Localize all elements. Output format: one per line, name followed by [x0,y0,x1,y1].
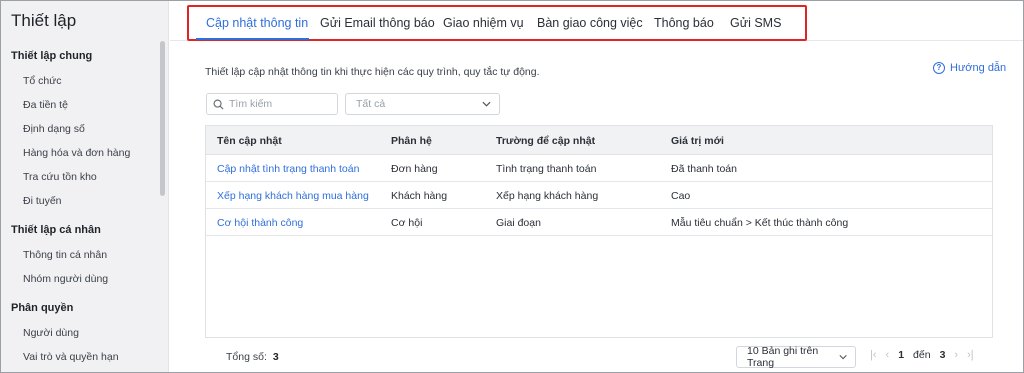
row-module: Cơ hội [391,217,423,229]
sidebar-item-users[interactable]: Người dùng [23,327,79,339]
sidebar-item-products-orders[interactable]: Hàng hóa và đơn hàng [23,147,130,159]
first-page-icon[interactable]: |‹ [870,349,877,361]
sidebar-group-general: Thiết lập chung [11,50,93,62]
sidebar-title: Thiết lập [11,11,77,30]
row-field: Tình trạng thanh toán [496,163,597,175]
row-module: Khách hàng [391,190,448,202]
row-new-value: Mẫu tiêu chuẩn > Kết thúc thành công [671,217,849,229]
sidebar-item-organization[interactable]: Tổ chức [23,75,62,87]
row-new-value: Đã thanh toán [671,163,737,175]
column-header-module: Phân hệ [391,135,432,147]
chevron-down-icon [482,101,491,107]
sidebar-item-user-groups[interactable]: Nhóm người dùng [23,273,108,285]
row-field: Giai đoạn [496,217,541,229]
sidebar-group-personal: Thiết lập cá nhân [11,224,101,236]
page-to-label: đến [913,349,931,361]
column-header-new-value: Giá trị mới [671,135,724,147]
search-input[interactable] [229,98,329,110]
column-header-name: Tên cập nhật [217,135,282,147]
page-from: 1 [898,349,905,361]
sidebar: Thiết lập Thiết lập chung Tổ chức Đa tiề… [1,1,169,372]
total-label: Tổng số: [226,351,267,363]
row-field: Xếp hạng khách hàng [496,190,599,202]
sidebar-group-permissions: Phân quyền [11,302,74,314]
sidebar-item-personal-info[interactable]: Thông tin cá nhân [23,249,107,261]
table-row[interactable]: Xếp hạng khách hàng mua hàng Khách hàng … [206,182,992,209]
sidebar-item-roles[interactable]: Vai trò và quyền hạn [23,351,119,363]
active-tab-indicator [196,38,309,40]
tab-send-sms[interactable]: Gửi SMS [730,16,781,30]
row-name-link[interactable]: Cập nhật tình trạng thanh toán [217,163,359,175]
tab-send-email[interactable]: Gửi Email thông báo [320,16,435,30]
row-name-link[interactable]: Cơ hội thành công [217,217,303,229]
sidebar-item-number-format[interactable]: Định dạng số [23,123,85,135]
page-size-select[interactable]: 10 Bản ghi trên Trang [736,345,856,369]
page-size-value: 10 Bản ghi trên Trang [747,345,819,369]
chevron-down-icon [839,354,847,360]
tab-highlight-box: Cập nhật thông tin Gửi Email thông báo G… [187,5,807,41]
sidebar-scrollbar[interactable] [160,41,165,196]
tab-bar: Cập nhật thông tin Gửi Email thông báo G… [170,1,1023,41]
sidebar-item-multi-currency[interactable]: Đa tiền tệ [23,99,68,111]
row-new-value: Cao [671,190,691,202]
prev-page-icon[interactable]: ‹ [886,349,890,361]
tab-assign-task[interactable]: Giao nhiệm vụ [443,16,524,30]
sidebar-item-routing[interactable]: Đi tuyến [23,195,62,207]
last-page-icon[interactable]: ›| [967,349,974,361]
table-row[interactable]: Cập nhật tình trạng thanh toán Đơn hàng … [206,155,992,182]
sidebar-item-inventory-lookup[interactable]: Tra cứu tồn kho [23,171,97,183]
help-link[interactable]: ? Hướng dẫn [933,62,1006,74]
help-label: Hướng dẫn [950,62,1007,74]
page-description: Thiết lập cập nhật thông tin khi thực hi… [205,66,540,78]
total-value: 3 [272,351,279,363]
module-filter-select[interactable]: Tất cả [345,93,500,115]
pagination: |‹ ‹ 1 đến 3 › ›| [870,349,983,361]
table-row[interactable]: Cơ hội thành công Cơ hội Giai đoạn Mẫu t… [206,209,992,236]
row-name-link[interactable]: Xếp hạng khách hàng mua hàng [217,190,369,202]
update-rules-table: Tên cập nhật Phân hệ Trường để cập nhật … [205,125,993,338]
row-module: Đơn hàng [391,163,438,175]
main-content: Cập nhật thông tin Gửi Email thông báo G… [170,1,1023,372]
tab-update-info[interactable]: Cập nhật thông tin [206,16,308,30]
tab-handover-work[interactable]: Bàn giao công việc [537,16,643,30]
search-icon [213,99,224,110]
total-count: Tổng số: 3 [226,351,279,363]
search-box[interactable] [206,93,338,115]
next-page-icon[interactable]: › [954,349,958,361]
module-filter-value: Tất cả [356,98,386,110]
page-to: 3 [939,349,946,361]
table-header: Tên cập nhật Phân hệ Trường để cập nhật … [206,126,992,155]
column-header-field: Trường để cập nhật [496,135,596,147]
tab-notification[interactable]: Thông báo [654,16,714,30]
question-circle-icon: ? [933,62,945,74]
